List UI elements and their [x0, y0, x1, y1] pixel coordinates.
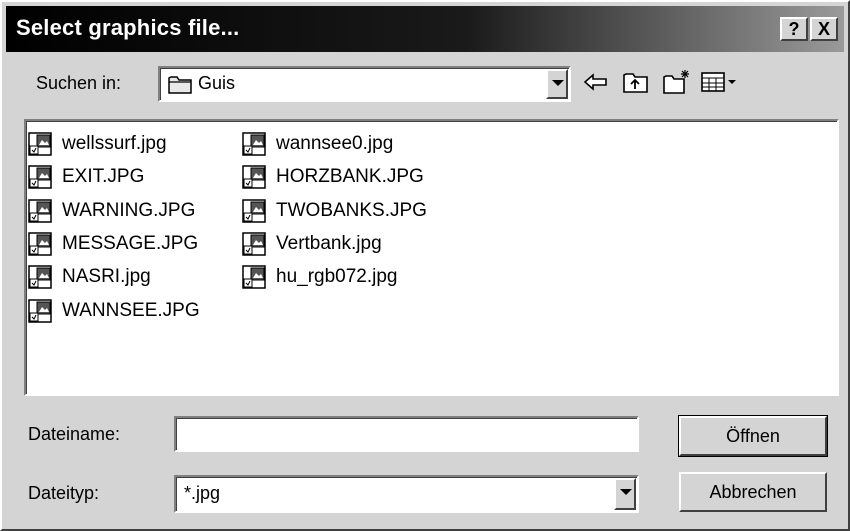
file-name: WARNING.JPG [62, 200, 196, 221]
image-file-icon [242, 265, 266, 289]
file-name: Vertbank.jpg [276, 233, 382, 254]
image-file-icon [28, 299, 52, 323]
lookin-combo[interactable]: Guis [158, 66, 571, 102]
file-item[interactable]: MESSAGE.JPG [28, 231, 198, 257]
file-item[interactable]: HORZBANK.JPG [242, 164, 424, 190]
help-button[interactable]: ? [780, 17, 808, 41]
image-file-icon [242, 132, 266, 156]
file-item[interactable]: NASRI.jpg [28, 264, 151, 290]
file-name: wellssurf.jpg [62, 133, 167, 154]
file-item[interactable]: WARNING.JPG [28, 198, 195, 224]
image-file-icon [28, 265, 52, 289]
filetype-value: *.jpg [184, 483, 221, 503]
file-item[interactable]: TWOBANKS.JPG [242, 198, 427, 224]
filetype-dropdown-button[interactable] [614, 478, 636, 510]
file-name: TWOBANKS.JPG [276, 200, 427, 221]
file-name: hu_rgb072.jpg [276, 266, 398, 287]
image-file-icon [242, 232, 266, 256]
view-menu-icon[interactable] [700, 68, 740, 96]
image-file-icon [28, 199, 52, 223]
open-button[interactable]: Öffnen [678, 415, 828, 457]
image-file-icon [28, 165, 52, 189]
filename-label: Dateiname: [28, 424, 121, 444]
filename-input[interactable] [182, 422, 622, 446]
select-graphics-file-dialog: Select graphics file... ? X Suchen in: G… [0, 0, 850, 531]
file-item[interactable]: WANNSEE.JPG [28, 298, 200, 324]
lookin-label: Suchen in: [36, 73, 122, 93]
file-name: EXIT.JPG [62, 166, 145, 187]
new-folder-icon[interactable] [662, 68, 690, 96]
file-item[interactable]: wannsee0.jpg [242, 131, 393, 157]
close-button[interactable]: X [810, 17, 838, 41]
file-name: HORZBANK.JPG [276, 166, 424, 187]
filetype-label: Dateityp: [28, 483, 100, 503]
title-bar[interactable]: Select graphics file... ? X [6, 6, 844, 52]
back-arrow-icon[interactable] [582, 68, 610, 96]
file-name: wannsee0.jpg [276, 133, 394, 154]
file-item[interactable]: wellssurf.jpg [28, 131, 167, 157]
file-name: MESSAGE.JPG [62, 233, 199, 254]
filename-input-box[interactable] [174, 416, 639, 452]
file-item[interactable]: hu_rgb072.jpg [242, 264, 398, 290]
filetype-combo[interactable]: *.jpg [174, 475, 639, 513]
image-file-icon [242, 165, 266, 189]
file-item[interactable]: Vertbank.jpg [242, 231, 382, 257]
lookin-folder-name: Guis [198, 73, 236, 93]
file-item[interactable]: EXIT.JPG [28, 164, 144, 190]
up-folder-icon[interactable] [622, 68, 650, 96]
image-file-icon [28, 232, 52, 256]
cancel-button[interactable]: Abbrechen [679, 472, 827, 512]
file-list[interactable] [24, 119, 839, 396]
lookin-dropdown-button[interactable] [546, 69, 568, 99]
file-name: NASRI.jpg [62, 266, 151, 287]
image-file-icon [242, 199, 266, 223]
window-title: Select graphics file... [16, 15, 240, 40]
image-file-icon [28, 132, 52, 156]
file-name: WANNSEE.JPG [62, 300, 200, 321]
folder-icon [168, 73, 194, 100]
